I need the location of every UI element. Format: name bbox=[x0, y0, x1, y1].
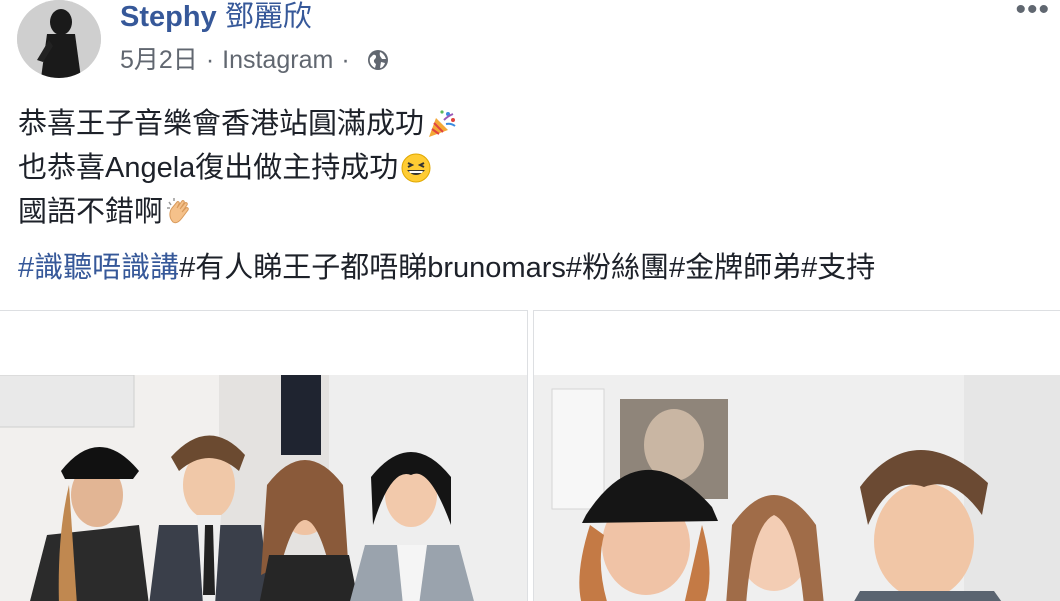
photo-left[interactable] bbox=[0, 310, 528, 601]
party-popper-icon bbox=[429, 110, 456, 137]
hashtag-link[interactable]: #識聽唔識講 bbox=[18, 252, 179, 284]
author-name-latin[interactable]: Stephy bbox=[120, 1, 217, 33]
hashtags: #識聽唔識講#有人睇王子都唔睇brunomars#粉絲團#金牌師弟#支持 bbox=[18, 246, 875, 290]
author-name[interactable]: Stephy 鄧麗欣 bbox=[120, 0, 312, 34]
post-meta: 5月2日 · Instagram · bbox=[120, 44, 390, 76]
meta-separator: · bbox=[205, 46, 215, 74]
profile-avatar[interactable] bbox=[17, 0, 101, 78]
more-options-icon[interactable]: ••• bbox=[1015, 0, 1050, 25]
post-line-2: 也恭喜Angela復出做主持成功 bbox=[18, 146, 458, 190]
post-body: 恭喜王子音樂會香港站圓滿成功 也恭喜Angela復出做主持成功 國語不錯啊 bbox=[18, 102, 458, 234]
author-name-cjk[interactable]: 鄧麗欣 bbox=[225, 1, 312, 33]
post-line-1: 恭喜王子音樂會香港站圓滿成功 bbox=[18, 102, 458, 146]
clapping-hands-icon bbox=[167, 198, 189, 224]
post-source[interactable]: Instagram bbox=[222, 44, 333, 76]
grinning-face-icon bbox=[401, 153, 431, 183]
post-line-3: 國語不錯啊 bbox=[18, 190, 458, 234]
globe-icon[interactable] bbox=[366, 48, 390, 72]
group-photo-right bbox=[534, 375, 1060, 601]
group-photo-left bbox=[0, 375, 527, 601]
post-date[interactable]: 5月2日 bbox=[120, 44, 198, 76]
meta-separator-2: · bbox=[341, 46, 350, 74]
hashtags-text: #有人睇王子都唔睇brunomars#粉絲團#金牌師弟#支持 bbox=[179, 252, 876, 284]
photo-right[interactable] bbox=[533, 310, 1060, 601]
